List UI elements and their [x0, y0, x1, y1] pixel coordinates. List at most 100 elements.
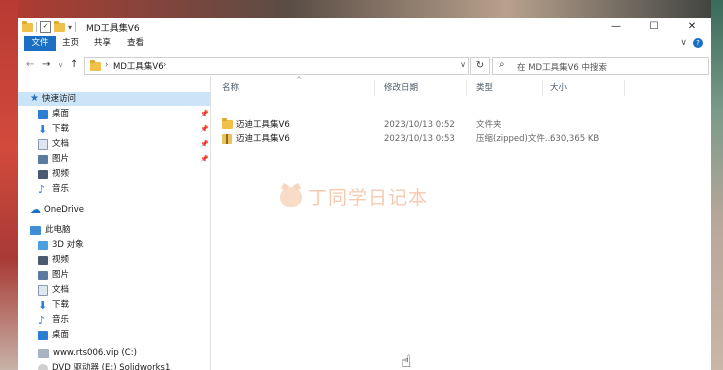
shiba-dog-icon [280, 186, 302, 207]
disc-icon [38, 363, 48, 370]
sidebar-item-music[interactable]: ♪ 音乐 [38, 313, 69, 327]
properties-icon[interactable]: ✓ [40, 21, 51, 33]
sidebar-item-pictures[interactable]: 图片 [38, 268, 69, 282]
pin-icon[interactable]: 📌 [200, 125, 209, 133]
sidebar-item-label: 音乐 [52, 184, 70, 194]
navigation-bar: ← → ∨ ↑ › MD工具集V6 › ∨ ↻ ⌕ 在 MD工具集V6 中搜索 [18, 56, 711, 76]
zip-icon [222, 133, 232, 145]
sidebar-item-label: 快速访问 [41, 94, 76, 104]
sidebar-item-quick-access[interactable]: ★ 快速访问 [18, 92, 210, 106]
window-title: MD工具集V6 [86, 24, 140, 34]
column-divider[interactable] [374, 80, 375, 96]
desktop-wallpaper-right [711, 0, 723, 370]
download-icon: ⬇ [38, 298, 48, 312]
pin-icon[interactable]: 📌 [200, 155, 209, 163]
ribbon-controls: ∨ ? [680, 38, 703, 48]
divider [36, 22, 37, 32]
sidebar-item-documents[interactable]: 文档 [38, 137, 69, 151]
sidebar-item-music[interactable]: ♪ 音乐 [38, 182, 69, 196]
chevron-right-icon[interactable]: › [163, 60, 166, 70]
pin-icon[interactable]: 📌 [200, 110, 209, 118]
chevron-right-icon[interactable]: › [105, 60, 108, 70]
refresh-button[interactable]: ↻ [470, 57, 490, 75]
sort-ascending-icon: ^ [296, 76, 302, 84]
video-icon [38, 169, 48, 179]
window-controls: — ☐ ✕ [597, 18, 711, 36]
customize-toolbar-icon[interactable]: ▾ [68, 23, 72, 32]
help-icon[interactable]: ? [693, 38, 703, 48]
sidebar-item-desktop[interactable]: 桌面 [38, 328, 69, 342]
sidebar-item-onedrive[interactable]: ☁ OneDrive [30, 203, 84, 217]
hand-cursor-icon: ☝ [401, 352, 412, 370]
file-date: 2023/10/13 0:53 [384, 134, 455, 144]
navigation-pane: ★ 快速访问 桌面 📌 ⬇ 下载 📌 文档 📌 图片 📌 视频 ♪ 音乐 ☁ O… [18, 80, 210, 370]
tab-view[interactable]: 查看 [121, 36, 150, 51]
maximize-button[interactable]: ☐ [635, 18, 673, 36]
ribbon-tabs: 文件 主页 共享 查看 ∨ ? [18, 36, 711, 52]
minimize-button[interactable]: — [597, 18, 635, 36]
sidebar-item-label: 下载 [52, 124, 70, 134]
column-header-name[interactable]: 名称 [222, 80, 239, 96]
sidebar-item-label: 桌面 [52, 109, 70, 119]
new-folder-icon[interactable] [54, 20, 65, 32]
sidebar-item-documents[interactable]: 文档 [38, 283, 69, 297]
sidebar-item-label: OneDrive [44, 205, 84, 215]
document-icon [38, 138, 48, 150]
sidebar-item-downloads[interactable]: ⬇ 下载 [38, 298, 69, 312]
sidebar-item-this-pc[interactable]: 此电脑 [30, 223, 71, 237]
tab-home[interactable]: 主页 [56, 36, 85, 51]
sidebar-item-dvd-drive[interactable]: DVD 驱动器 (E:) Solidworks1 [38, 361, 170, 370]
table-row[interactable]: 迈迪工具集V6 2023/10/13 0:52 文件夹 [218, 118, 638, 131]
sidebar-item-videos[interactable]: 视频 [38, 167, 69, 181]
pane-divider[interactable] [210, 76, 211, 370]
up-button[interactable]: ↑ [70, 59, 78, 70]
sidebar-item-pictures[interactable]: 图片 [38, 152, 69, 166]
tab-share[interactable]: 共享 [88, 36, 117, 51]
address-history-dropdown[interactable]: ∨ [460, 60, 466, 69]
search-input[interactable]: 在 MD工具集V6 中搜索 [517, 61, 607, 73]
sidebar-item-label: DVD 驱动器 (E:) Solidworks1 [52, 363, 171, 370]
column-header-date[interactable]: 修改日期 [384, 80, 418, 96]
column-header-size[interactable]: 大小 [550, 80, 567, 96]
quick-access-toolbar: ✓ ▾ [22, 20, 77, 33]
desktop-wallpaper-left [0, 0, 18, 370]
column-header-type[interactable]: 类型 [476, 80, 493, 96]
sidebar-item-label: 音乐 [52, 315, 70, 325]
file-name[interactable]: 迈迪工具集V6 [236, 119, 290, 131]
folder-icon [22, 20, 33, 32]
sidebar-item-downloads[interactable]: ⬇ 下载 [38, 122, 69, 136]
sidebar-item-label: 视频 [52, 169, 70, 179]
sidebar-item-label: 文档 [52, 139, 70, 149]
sidebar-item-desktop[interactable]: 桌面 [38, 107, 69, 121]
back-button[interactable]: ← [26, 59, 34, 70]
column-divider[interactable] [466, 80, 467, 96]
tab-file[interactable]: 文件 [24, 36, 56, 51]
drive-icon [38, 348, 49, 358]
sidebar-item-3d-objects[interactable]: 3D 对象 [38, 238, 84, 252]
expand-ribbon-button[interactable]: ∨ [680, 38, 687, 48]
folder-icon [222, 118, 233, 131]
close-button[interactable]: ✕ [673, 18, 711, 36]
folder-icon [90, 60, 101, 71]
picture-icon [38, 270, 48, 280]
computer-icon [30, 225, 41, 235]
file-size: 630,365 KB [550, 134, 600, 144]
sidebar-item-videos[interactable]: 视频 [38, 253, 69, 267]
sidebar-item-label: 图片 [52, 270, 70, 280]
column-divider[interactable] [542, 80, 543, 96]
table-row[interactable]: 迈迪工具集V6 2023/10/13 0:53 压缩(zipped)文件... … [218, 133, 638, 145]
pin-icon[interactable]: 📌 [200, 140, 209, 148]
breadcrumb-current[interactable]: MD工具集V6 [113, 60, 164, 72]
file-name[interactable]: 迈迪工具集V6 [236, 133, 290, 145]
watermark-text: 丁同学日记本 [308, 187, 429, 209]
sidebar-item-label: 文档 [52, 285, 70, 295]
download-icon: ⬇ [38, 122, 48, 136]
sidebar-item-drive-c[interactable]: www.rts006.vip (C:) [38, 346, 137, 360]
column-divider[interactable] [624, 80, 625, 96]
recent-locations-button[interactable]: ∨ [58, 61, 63, 69]
sidebar-item-label: www.rts006.vip (C:) [53, 348, 137, 358]
address-bar[interactable]: › MD工具集V6 › ∨ [84, 57, 469, 75]
explorer-window: ✓ ▾ MD工具集V6 — ☐ ✕ 文件 主页 共享 查看 ∨ ? ← → ∨ … [18, 18, 711, 370]
search-box[interactable]: ⌕ 在 MD工具集V6 中搜索 [492, 57, 709, 75]
forward-button[interactable]: → [42, 59, 50, 70]
